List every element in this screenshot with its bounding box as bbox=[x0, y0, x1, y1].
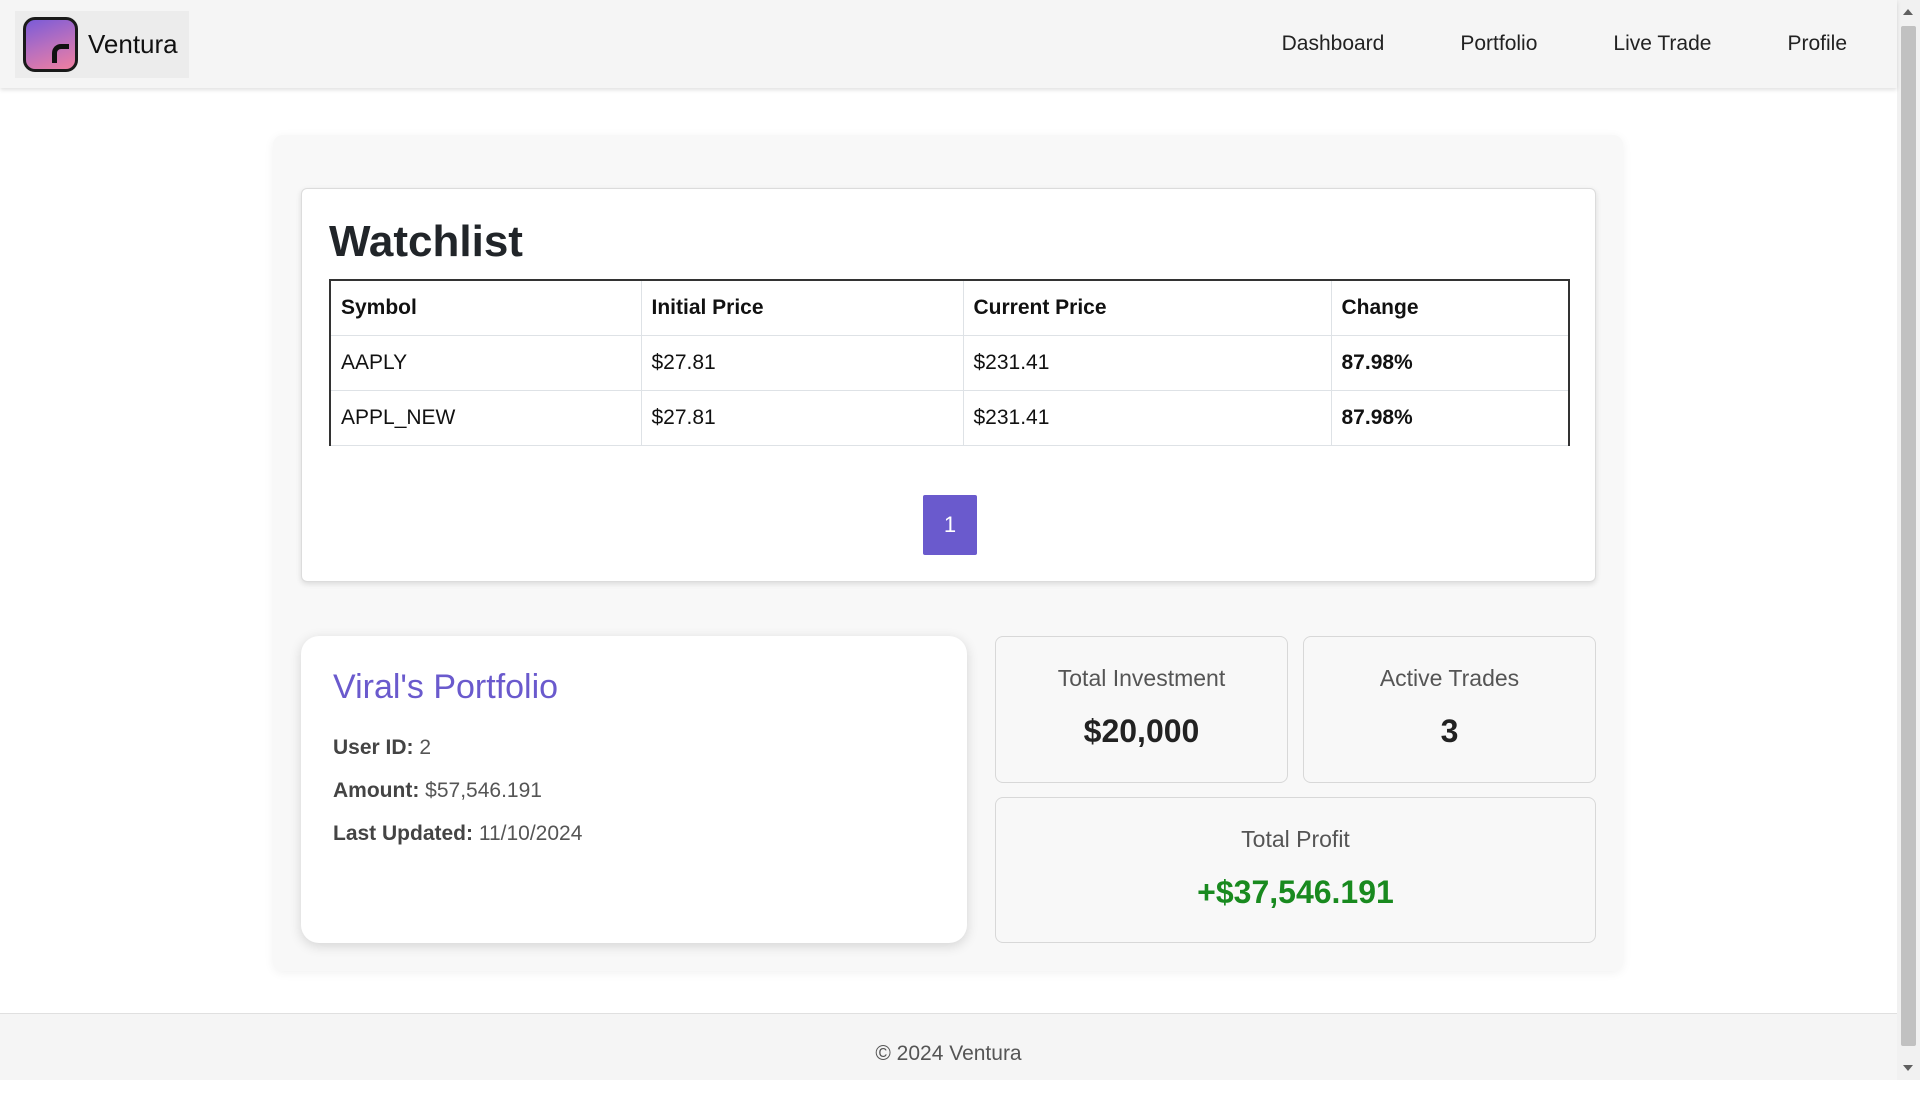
active-trades-value: 3 bbox=[1440, 713, 1459, 749]
column-header-change: Change bbox=[1330, 279, 1570, 336]
user-id-line: User ID: 2 bbox=[333, 736, 431, 760]
cell-initial-price: $27.81 bbox=[640, 389, 964, 446]
cell-change: 87.98% bbox=[1330, 389, 1570, 446]
pagination-page-button[interactable]: 1 bbox=[923, 495, 977, 555]
brand-link[interactable]: Ventura bbox=[15, 11, 189, 78]
cell-current-price: $231.41 bbox=[962, 389, 1332, 446]
cell-symbol: AAPLY bbox=[329, 334, 642, 391]
user-id-label: User ID: bbox=[333, 736, 414, 759]
amount-value: $57,546.191 bbox=[425, 779, 542, 802]
amount-label: Amount: bbox=[333, 779, 420, 802]
table-row: APPL_NEW $27.81 $231.41 87.98% bbox=[329, 389, 1570, 446]
vertical-scrollbar[interactable] bbox=[1897, 0, 1920, 1080]
portfolio-title: Viral's Portfolio bbox=[333, 668, 559, 706]
main-container: Watchlist Symbol Initial Price Current P… bbox=[273, 135, 1623, 971]
footer: © 2024 Ventura bbox=[0, 1013, 1897, 1080]
navbar: Ventura Dashboard Portfolio Live Trade P… bbox=[0, 0, 1897, 88]
last-updated-label: Last Updated: bbox=[333, 822, 474, 845]
cell-change: 87.98% bbox=[1330, 334, 1570, 391]
scroll-thumb[interactable] bbox=[1901, 26, 1916, 1046]
total-profit-box: Total Profit +$37,546.191 bbox=[995, 797, 1596, 943]
nav-link-portfolio[interactable]: Portfolio bbox=[1460, 32, 1537, 56]
total-profit-label: Total Profit bbox=[1241, 826, 1350, 852]
table-header-row: Symbol Initial Price Current Price Chang… bbox=[329, 279, 1570, 336]
cell-current-price: $231.41 bbox=[962, 334, 1332, 391]
active-trades-box: Active Trades 3 bbox=[1303, 636, 1596, 783]
scroll-down-arrow-icon[interactable] bbox=[1903, 1065, 1913, 1071]
scroll-up-arrow-icon[interactable] bbox=[1903, 9, 1913, 15]
column-header-symbol: Symbol bbox=[329, 279, 642, 336]
total-investment-value: $20,000 bbox=[1083, 713, 1200, 749]
amount-line: Amount: $57,546.191 bbox=[333, 779, 542, 803]
active-trades-label: Active Trades bbox=[1379, 665, 1520, 691]
last-updated-line: Last Updated: 11/10/2024 bbox=[333, 822, 582, 846]
footer-copyright: © 2024 Ventura bbox=[875, 1042, 1022, 1065]
nav-link-live-trade[interactable]: Live Trade bbox=[1613, 32, 1711, 56]
column-header-current-price: Current Price bbox=[962, 279, 1332, 336]
portfolio-card: Viral's Portfolio User ID: 2 Amount: $57… bbox=[301, 636, 967, 943]
nav-link-profile[interactable]: Profile bbox=[1787, 32, 1847, 56]
user-id-value: 2 bbox=[419, 736, 432, 759]
ventura-logo-icon bbox=[23, 17, 78, 72]
brand-name: Ventura bbox=[88, 29, 178, 59]
cell-symbol: APPL_NEW bbox=[329, 389, 642, 446]
table-row: AAPLY $27.81 $231.41 87.98% bbox=[329, 334, 1570, 391]
cell-initial-price: $27.81 bbox=[640, 334, 964, 391]
watchlist-title: Watchlist bbox=[329, 217, 523, 266]
total-investment-label: Total Investment bbox=[1057, 665, 1226, 691]
watchlist-card: Watchlist Symbol Initial Price Current P… bbox=[301, 188, 1596, 582]
page: Ventura Dashboard Portfolio Live Trade P… bbox=[0, 0, 1897, 1080]
total-profit-value: +$37,546.191 bbox=[1197, 874, 1394, 910]
total-investment-box: Total Investment $20,000 bbox=[995, 636, 1288, 783]
column-header-initial-price: Initial Price bbox=[640, 279, 964, 336]
nav-links: Dashboard Portfolio Live Trade Profile bbox=[1206, 0, 1847, 88]
watchlist-table: Symbol Initial Price Current Price Chang… bbox=[329, 279, 1570, 446]
nav-link-dashboard[interactable]: Dashboard bbox=[1282, 32, 1385, 56]
last-updated-value: 11/10/2024 bbox=[478, 822, 583, 845]
